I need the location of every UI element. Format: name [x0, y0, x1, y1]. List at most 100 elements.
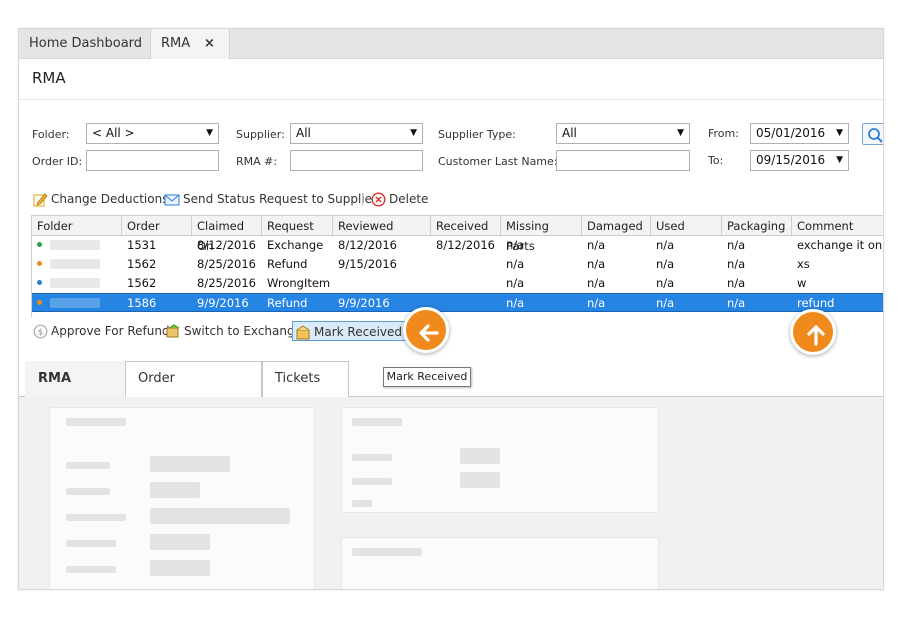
arrow-left-icon — [419, 324, 439, 342]
placeholder-block — [66, 418, 126, 426]
switch-to-exchange-button[interactable]: Switch to Exchange — [165, 321, 302, 341]
supplier-select[interactable]: All ▼ — [290, 123, 423, 144]
placeholder-block — [150, 560, 210, 576]
column-header-received[interactable]: Received — [431, 216, 501, 236]
from-label: From: — [708, 127, 739, 140]
tab-rma[interactable]: RMA × — [150, 29, 230, 59]
cell-damaged: n/a — [587, 296, 606, 310]
cell-comment: w — [797, 276, 807, 290]
cell-request: Refund — [267, 296, 308, 310]
from-date-picker[interactable]: 05/01/2016 ▼ — [750, 123, 849, 144]
send-status-request-label: Send Status Request to Supplier — [183, 192, 377, 206]
cell-missing-parts: n/a — [506, 276, 525, 290]
mail-icon — [164, 194, 180, 205]
change-deductions-label: Change Deductions — [51, 192, 169, 206]
left-arrow-callout — [403, 307, 449, 353]
column-header-used[interactable]: Used — [651, 216, 722, 236]
chevron-down-icon: ▼ — [836, 128, 843, 138]
cell-request: WrongItem — [267, 276, 331, 290]
cell-missing-parts: n/a — [506, 238, 525, 252]
folder-label: Folder: — [32, 128, 70, 141]
close-icon[interactable]: × — [204, 29, 215, 58]
cell-used: n/a — [656, 276, 675, 290]
tab-home-dashboard[interactable]: Home Dashboard — [19, 29, 150, 59]
from-date-value: 05/01/2016 — [756, 126, 826, 140]
to-label: To: — [708, 154, 724, 167]
column-header-damaged[interactable]: Damaged — [582, 216, 651, 236]
table-row[interactable]: 1531 8/12/2016 Exchange 8/12/2016 8/12/2016 n… — [32, 236, 883, 255]
cell-claimed-on: 8/12/2016 — [197, 238, 256, 252]
switch-to-exchange-label: Switch to Exchange — [184, 324, 302, 338]
page-title: RMA — [32, 69, 66, 87]
chevron-down-icon: ▼ — [410, 128, 417, 138]
exchange-icon — [166, 324, 180, 338]
placeholder-block — [66, 566, 116, 573]
to-date-value: 09/15/2016 — [756, 153, 826, 167]
tab-order-information[interactable]: Order Information — [125, 361, 262, 420]
column-header-packaging[interactable]: Packaging — [722, 216, 792, 236]
details-card-right — [341, 407, 659, 513]
customer-last-name-label: Customer Last Name: — [438, 155, 558, 168]
column-header-claimed-on[interactable]: Claimed On — [192, 216, 262, 253]
app-window: Home Dashboard RMA × RMA Folder: < All > ▼… — [18, 28, 884, 590]
status-dot — [37, 261, 42, 266]
column-header-folder[interactable]: Folder — [32, 216, 122, 236]
supplier-type-select-value: All — [562, 126, 577, 140]
placeholder-block — [150, 534, 210, 550]
supplier-type-label: Supplier Type: — [438, 128, 516, 141]
placeholder-block — [66, 540, 116, 547]
column-header-reviewed[interactable]: Reviewed — [333, 216, 431, 236]
redacted-folder — [50, 298, 100, 308]
cell-missing-parts: n/a — [506, 257, 525, 271]
cell-reviewed: 8/12/2016 — [338, 238, 397, 252]
cell-damaged: n/a — [587, 238, 606, 252]
cell-packaging: n/a — [727, 296, 746, 310]
cell-claimed-on: 8/25/2016 — [197, 257, 256, 271]
change-deductions-button[interactable]: Change Deductions — [33, 190, 168, 208]
placeholder-block — [150, 508, 290, 524]
delete-button[interactable]: Delete — [371, 190, 428, 208]
cell-comment: xs — [797, 257, 810, 271]
search-button[interactable] — [862, 123, 883, 145]
edit-icon — [33, 193, 48, 207]
chevron-down-icon: ▼ — [677, 128, 684, 138]
placeholder-block — [352, 478, 392, 485]
details-card-address — [341, 537, 659, 589]
send-status-request-button[interactable]: Send Status Request to Supplier — [164, 190, 377, 208]
svg-text:$: $ — [38, 328, 44, 338]
arrow-up-icon — [807, 325, 825, 346]
cell-claimed-on: 9/9/2016 — [197, 296, 249, 310]
order-id-input[interactable] — [86, 150, 219, 171]
table-row[interactable]: 1586 9/9/2016 Refund 9/9/2016 n/a n/a n/a n/a re… — [32, 293, 883, 312]
table-row[interactable]: 1562 8/25/2016 Refund 9/15/2016 n/a n/a n/a n/a… — [32, 255, 883, 274]
mark-received-button[interactable]: Mark Received — [292, 321, 407, 341]
search-icon — [868, 128, 883, 143]
rma-number-input[interactable] — [290, 150, 423, 171]
column-header-comment[interactable]: Comment — [792, 216, 883, 236]
folder-select[interactable]: < All > ▼ — [86, 123, 219, 144]
mark-received-label: Mark Received — [314, 325, 403, 339]
placeholder-block — [150, 482, 200, 498]
supplier-type-select[interactable]: All ▼ — [556, 123, 690, 144]
supplier-label: Supplier: — [236, 128, 285, 141]
approve-for-refund-button[interactable]: $ Approve For Refund — [33, 321, 170, 341]
placeholder-block — [66, 514, 126, 521]
cell-packaging: n/a — [727, 238, 746, 252]
cell-comment: exchange it only! — [797, 238, 883, 252]
cell-used: n/a — [656, 296, 675, 310]
table-row[interactable]: 1562 8/25/2016 WrongItem n/a n/a n/a n/a w — [32, 274, 883, 293]
column-header-request[interactable]: Request — [262, 216, 333, 236]
tab-bar: Home Dashboard RMA × — [19, 29, 883, 59]
tab-rma-details[interactable]: RMA Details — [25, 361, 125, 420]
mark-received-tooltip: Mark Received — [383, 367, 471, 387]
cell-reviewed: 9/15/2016 — [338, 257, 397, 271]
cell-claimed-on: 8/25/2016 — [197, 276, 256, 290]
column-header-missing-parts[interactable]: Missing Parts — [501, 216, 582, 253]
tab-tickets[interactable]: Tickets (0) — [262, 361, 349, 420]
customer-last-name-input[interactable] — [556, 150, 690, 171]
column-header-order[interactable]: Order — [122, 216, 192, 236]
chevron-down-icon: ▼ — [836, 155, 843, 165]
to-date-picker[interactable]: 09/15/2016 ▼ — [750, 150, 849, 171]
cell-order: 1562 — [127, 257, 157, 271]
rma-details-panel — [19, 397, 883, 589]
